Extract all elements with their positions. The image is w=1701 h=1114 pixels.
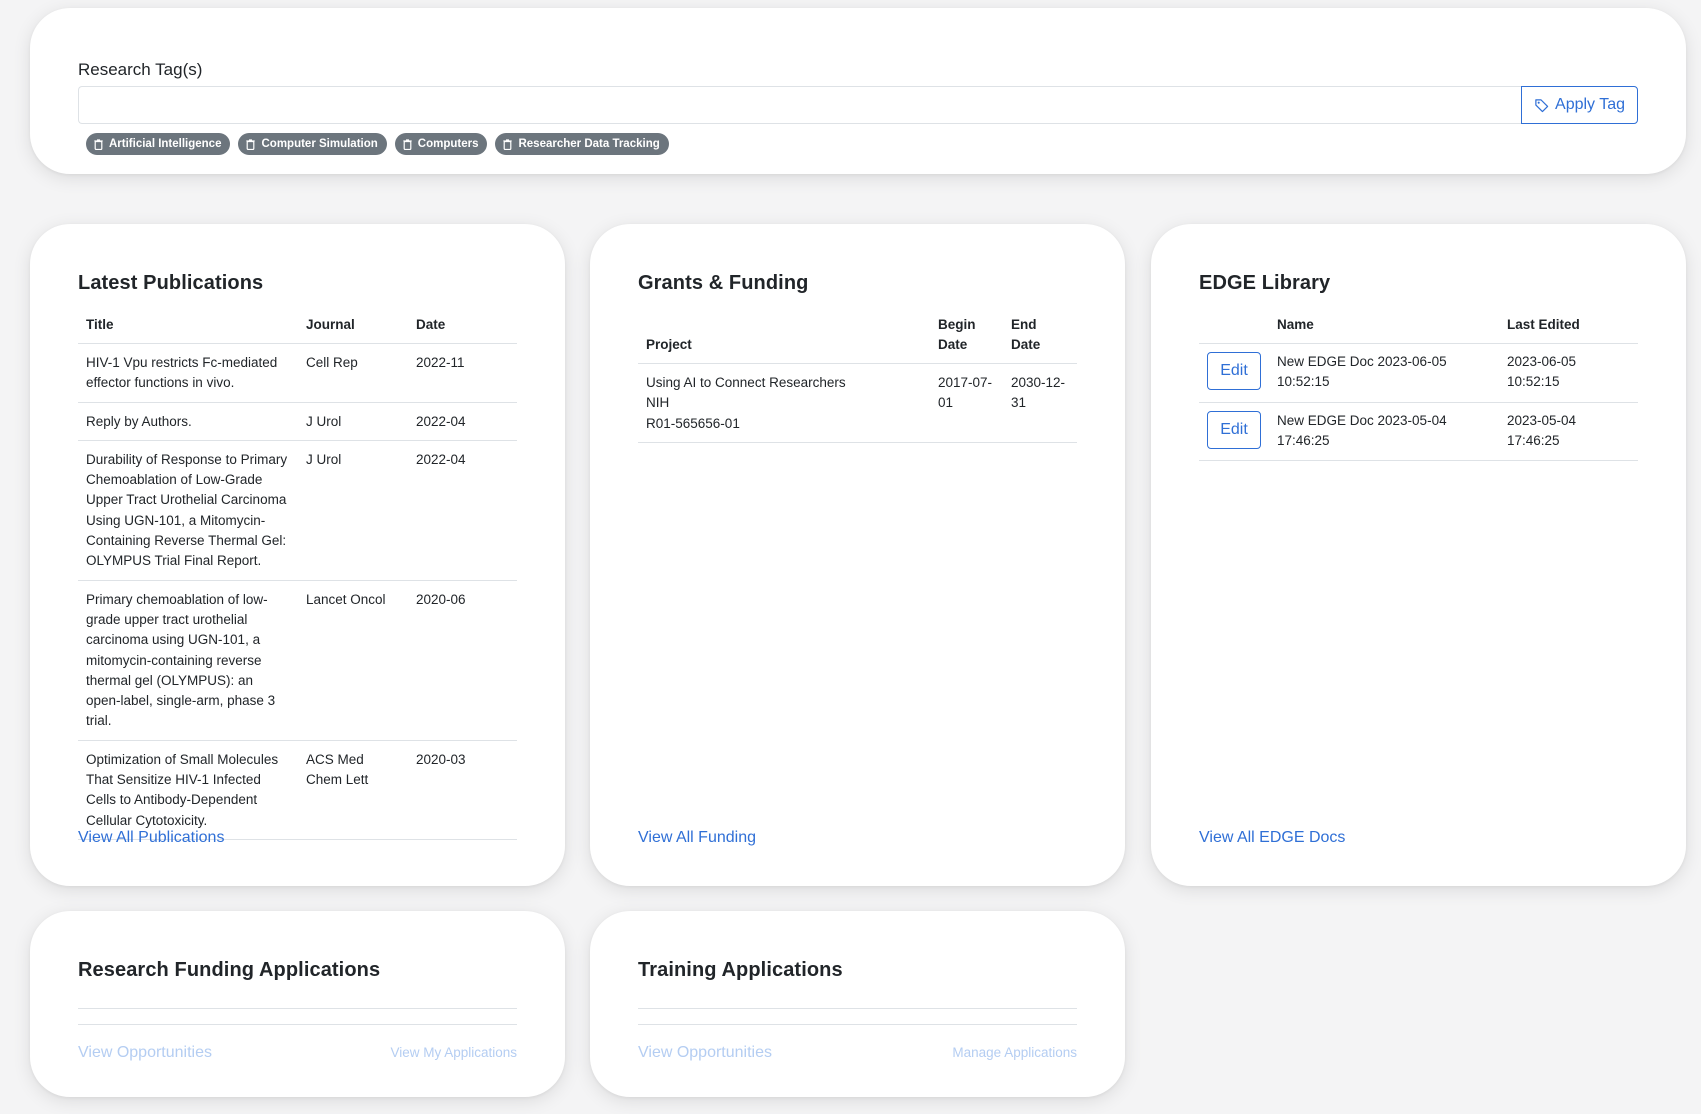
tag-icon (1535, 98, 1549, 112)
edit-button[interactable]: Edit (1207, 410, 1261, 449)
edge-title: EDGE Library (1199, 272, 1331, 294)
column-header: Title (86, 317, 114, 332)
table-row: Edit New EDGE Doc 2023-06-05 10:52:15 20… (1199, 343, 1638, 403)
research-tags-label: Research Tag(s) (78, 60, 203, 79)
column-header: Name (1277, 317, 1314, 332)
table-row: Edit New EDGE Doc 2023-05-04 17:46:25 20… (1199, 401, 1638, 462)
table-row: Primary chemoablation of low-grade upper… (78, 579, 517, 741)
view-all-publications-link[interactable]: View All Publications (78, 829, 224, 847)
publication-title: Durability of Response to Primary Chemoa… (78, 439, 298, 581)
publication-title: Reply by Authors. (78, 401, 298, 441)
tag-chip[interactable]: Computers (394, 133, 488, 155)
tag-chip[interactable]: Artificial Intelligence (86, 133, 231, 155)
application-links: View Opportunities View My Applications (78, 1044, 517, 1062)
apply-tag-label: Apply Tag (1555, 96, 1625, 113)
tag-chip[interactable]: Researcher Data Tracking (495, 133, 669, 155)
grants-table: Project Begin Date End Date Using AI to … (638, 315, 1077, 443)
edge-doc-name: New EDGE Doc 2023-06-05 10:52:15 (1269, 343, 1499, 403)
latest-publications-card: Latest Publications Title Journal Date H… (30, 224, 565, 886)
edge-table: Name Last Edited Edit New EDGE Doc 2023-… (1199, 315, 1638, 462)
training-applications-title: Training Applications (638, 959, 843, 981)
column-header: Begin Date (930, 315, 1003, 364)
tag-chip-label: Researcher Data Tracking (518, 138, 660, 150)
grants-funding-card: Grants & Funding Project Begin Date End … (590, 224, 1125, 886)
grants-title: Grants & Funding (638, 272, 809, 294)
edge-last-edited: 2023-05-04 17:46:25 (1499, 401, 1638, 462)
publication-date: 2020-03 (408, 739, 517, 840)
trash-icon (403, 138, 412, 150)
column-header: Last Edited (1507, 317, 1580, 332)
edge-last-edited: 2023-06-05 10:52:15 (1499, 343, 1638, 403)
grant-begin-date-value: 2017-07-01 (938, 375, 993, 411)
divider (78, 1008, 517, 1009)
research-funding-applications-title: Research Funding Applications (78, 959, 381, 981)
tag-chip-label: Artificial Intelligence (109, 138, 222, 150)
publication-journal: J Urol (298, 439, 408, 581)
publications-title: Latest Publications (78, 272, 264, 294)
training-applications-card: Training Applications View Opportunities… (590, 911, 1125, 1097)
column-header: Project (646, 337, 692, 352)
grant-project-name: Using AI to Connect Researchers (646, 375, 846, 390)
grant-begin-date: 2017-07-01 (930, 363, 1003, 443)
research-tags-card: Research Tag(s) Apply Tag Artificial Int… (30, 8, 1686, 174)
publication-journal: Lancet Oncol (298, 579, 408, 741)
edge-action-cell: Edit (1199, 343, 1269, 403)
publication-journal: ACS Med Chem Lett (298, 739, 408, 840)
edit-button[interactable]: Edit (1207, 352, 1261, 390)
grant-end-date-value: 2030-12-31 (1011, 375, 1066, 411)
divider (638, 1024, 1077, 1025)
publications-table: Title Journal Date HIV-1 Vpu restricts F… (78, 315, 517, 840)
begin-date-header: Begin Date (938, 317, 976, 352)
grant-project: Using AI to Connect Researchers NIH R01-… (638, 363, 930, 443)
view-my-applications-link[interactable]: View My Applications (390, 1045, 517, 1060)
divider (78, 1024, 517, 1025)
tag-chip-list: Artificial Intelligence Computer Simulat… (86, 133, 1638, 155)
grant-agency: NIH (646, 395, 670, 411)
trash-icon (246, 138, 256, 150)
publication-date: 2022-04 (408, 401, 517, 441)
application-links: View Opportunities Manage Applications (638, 1044, 1077, 1062)
publication-title: HIV-1 Vpu restricts Fc-mediated effector… (78, 343, 298, 403)
column-header: Date (416, 317, 446, 332)
tag-chip-label: Computer Simulation (261, 138, 378, 150)
publication-date: 2020-06 (408, 579, 517, 741)
column-header: Journal (306, 317, 355, 332)
edge-library-card: EDGE Library Name Last Edited Edit New E… (1151, 224, 1686, 886)
grant-number: R01-565656-01 (646, 415, 740, 431)
edge-doc-name: New EDGE Doc 2023-05-04 17:46:25 (1269, 401, 1499, 462)
publication-title: Optimization of Small Molecules That Sen… (78, 739, 298, 840)
table-row: HIV-1 Vpu restricts Fc-mediated effector… (78, 343, 517, 403)
view-opportunities-link[interactable]: View Opportunities (78, 1044, 212, 1062)
divider (638, 1008, 1077, 1009)
publication-journal: J Urol (298, 401, 408, 441)
column-header: End Date (1011, 317, 1041, 352)
publication-date: 2022-11 (408, 343, 517, 403)
view-opportunities-link[interactable]: View Opportunities (638, 1044, 772, 1062)
column-header (1199, 315, 1269, 344)
publication-title: Primary chemoablation of low-grade upper… (78, 579, 298, 741)
table-row: Using AI to Connect Researchers NIH R01-… (638, 363, 1077, 443)
edge-action-cell: Edit (1199, 401, 1269, 462)
table-row: Durability of Response to Primary Chemoa… (78, 439, 517, 581)
view-all-funding-link[interactable]: View All Funding (638, 829, 756, 847)
tag-input[interactable] (78, 86, 1522, 124)
manage-applications-link[interactable]: Manage Applications (952, 1045, 1077, 1060)
publication-journal: Cell Rep (298, 343, 408, 403)
apply-tag-button[interactable]: Apply Tag (1521, 86, 1638, 124)
trash-icon (94, 138, 103, 150)
view-all-edge-docs-link[interactable]: View All EDGE Docs (1199, 829, 1345, 847)
tag-chip-label: Computers (417, 138, 479, 150)
table-row: Reply by Authors. J Urol 2022-04 (78, 401, 517, 441)
tag-chip[interactable]: Computer Simulation (238, 133, 387, 155)
publication-date: 2022-04 (408, 439, 517, 581)
grant-end-date: 2030-12-31 (1003, 363, 1077, 443)
table-row: Optimization of Small Molecules That Sen… (78, 739, 517, 840)
research-funding-applications-card: Research Funding Applications View Oppor… (30, 911, 565, 1097)
tag-input-group: Apply Tag (78, 86, 1638, 124)
trash-icon (503, 138, 513, 150)
